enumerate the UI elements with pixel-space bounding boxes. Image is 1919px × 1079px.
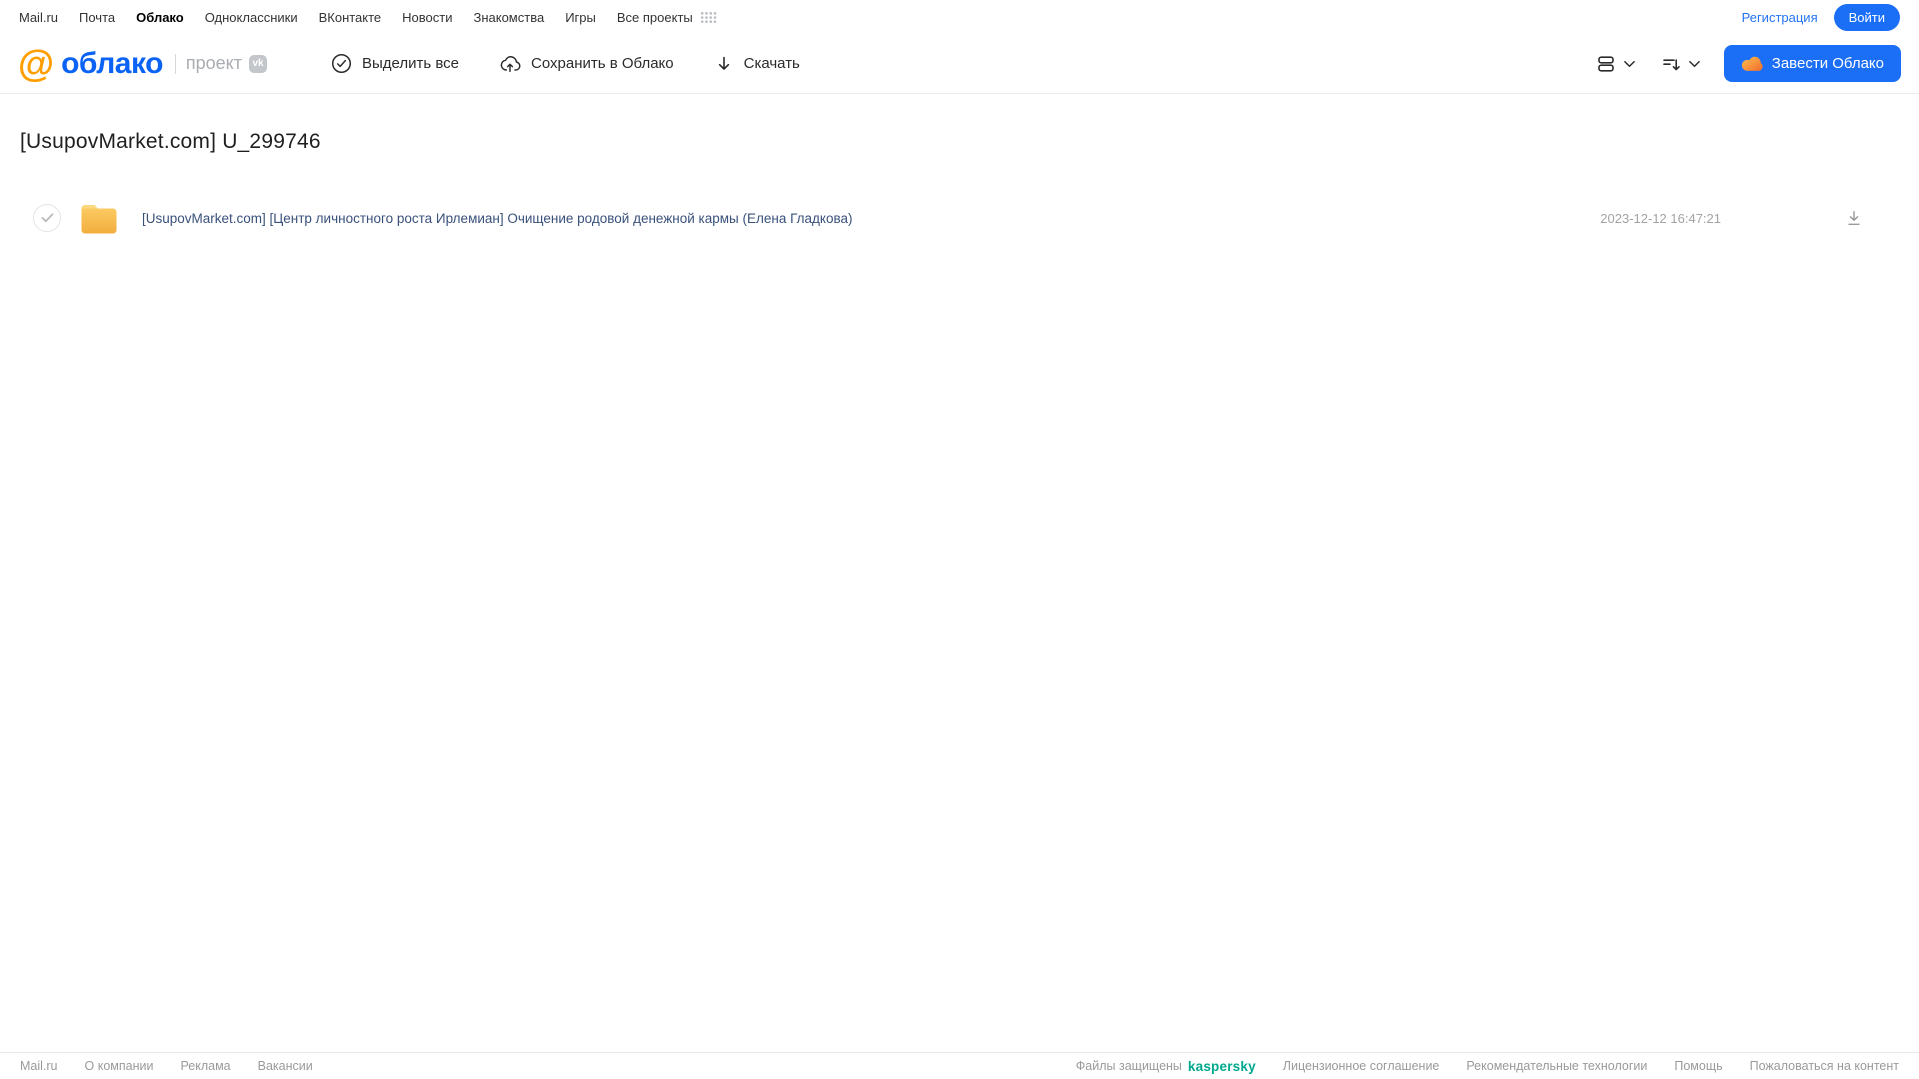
portal-nav-auth: Регистрация Войти xyxy=(1742,3,1900,31)
nav-link-vkontakte[interactable]: ВКонтакте xyxy=(319,10,382,25)
page-title: [UsupovMarket.com] U_299746 xyxy=(20,130,321,153)
footer-link-report[interactable]: Пожаловаться на контент xyxy=(1750,1059,1899,1073)
chevron-down-icon xyxy=(1623,60,1635,68)
footer-link-about[interactable]: О компании xyxy=(85,1059,154,1073)
portal-nav-links: Mail.ru Почта Облако Одноклассники ВКонт… xyxy=(19,10,717,25)
view-mode-icon xyxy=(1596,54,1616,74)
row-download-button[interactable] xyxy=(1841,205,1867,231)
check-circle-icon xyxy=(331,53,352,74)
file-row[interactable]: [UsupovMarket.com] [Центр личностного ро… xyxy=(20,196,1899,240)
footer-link-license[interactable]: Лицензионное соглашение xyxy=(1283,1059,1440,1073)
mailru-at-icon: @ xyxy=(18,43,54,84)
cloud-upload-icon xyxy=(499,53,521,75)
nav-link-mailru[interactable]: Mail.ru xyxy=(19,10,58,25)
portal-nav: Mail.ru Почта Облако Одноклассники ВКонт… xyxy=(0,0,1919,34)
cloud-logo-text: облако xyxy=(61,46,163,80)
project-label: проект xyxy=(185,53,242,73)
sort-icon xyxy=(1661,54,1681,74)
kaspersky-logo[interactable]: kaspersky xyxy=(1188,1059,1256,1074)
kaspersky-protection: Файлы защищены kaspersky xyxy=(1076,1059,1256,1074)
nav-link-odnoklassniki[interactable]: Одноклассники xyxy=(205,10,298,25)
all-projects-label: Все проекты xyxy=(616,9,693,25)
footer-right-links: Файлы защищены kaspersky Лицензионное со… xyxy=(1076,1059,1899,1074)
save-to-cloud-label: Сохранить в Облако xyxy=(531,55,674,72)
footer-link-recommendations[interactable]: Рекомендательные технологии xyxy=(1466,1059,1647,1073)
main-content: [UsupovMarket.com] U_299746 [UsupovMarke… xyxy=(0,94,1919,1052)
get-cloud-label: Завести Облако xyxy=(1771,55,1884,72)
sort-dropdown[interactable] xyxy=(1655,48,1706,80)
footer-link-mailru[interactable]: Mail.ru xyxy=(20,1059,58,1073)
nav-link-pochta[interactable]: Почта xyxy=(79,10,115,25)
cloud-logo[interactable]: @ облако xyxy=(18,45,163,82)
footer-link-jobs[interactable]: Вакансии xyxy=(258,1059,313,1073)
nav-link-all-projects[interactable]: Все проекты xyxy=(617,10,717,25)
footer-link-ads[interactable]: Реклама xyxy=(180,1059,230,1073)
nav-link-igry[interactable]: Игры xyxy=(565,10,596,25)
download-label: Скачать xyxy=(743,55,800,72)
nav-link-novosti[interactable]: Новости xyxy=(402,10,452,25)
save-to-cloud-button[interactable]: Сохранить в Облако xyxy=(499,53,674,75)
file-name-link[interactable]: [UsupovMarket.com] [Центр личностного ро… xyxy=(142,211,853,226)
file-actions: Выделить все Сохранить в Облако Скачать xyxy=(331,53,800,75)
logo-divider xyxy=(174,53,176,74)
cloud-icon xyxy=(1741,55,1763,72)
footer-link-help[interactable]: Помощь xyxy=(1674,1059,1722,1073)
registration-link[interactable]: Регистрация xyxy=(1742,10,1818,25)
chevron-down-icon xyxy=(1688,60,1700,68)
view-mode-dropdown[interactable] xyxy=(1590,48,1641,80)
row-checkbox[interactable] xyxy=(33,204,61,232)
file-date: 2023-12-12 16:47:21 xyxy=(1600,210,1721,226)
vk-project-label: проект vk xyxy=(186,53,267,74)
download-icon xyxy=(714,54,734,74)
folder-icon xyxy=(80,203,118,234)
footer-left-links: Mail.ru О компании Реклама Вакансии xyxy=(20,1059,313,1073)
select-all-label: Выделить все xyxy=(362,55,460,72)
protected-text: Файлы защищены xyxy=(1075,1059,1182,1073)
cloud-toolbar: @ облако проект vk Выделить все Сохранит… xyxy=(0,34,1919,94)
download-icon xyxy=(1845,209,1863,227)
toolbar-right: Завести Облако xyxy=(1590,45,1901,82)
download-button[interactable]: Скачать xyxy=(714,54,800,74)
nav-link-oblako[interactable]: Облако xyxy=(136,10,184,25)
get-cloud-button[interactable]: Завести Облако xyxy=(1723,45,1901,82)
vk-logo-icon: vk xyxy=(249,54,267,73)
select-all-button[interactable]: Выделить все xyxy=(331,53,459,74)
login-button[interactable]: Войти xyxy=(1833,3,1900,31)
nav-link-znakomstva[interactable]: Знакомства xyxy=(473,10,544,25)
apps-grid-icon xyxy=(700,11,717,24)
page-footer: Mail.ru О компании Реклама Вакансии Файл… xyxy=(0,1052,1919,1079)
